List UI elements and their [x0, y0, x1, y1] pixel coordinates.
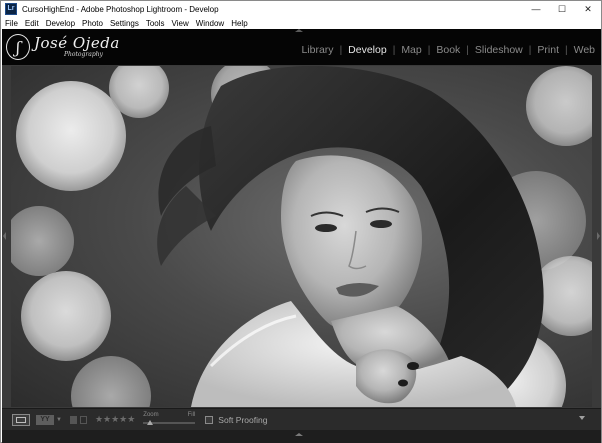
photo-preview[interactable] — [11, 66, 592, 407]
zoom-label: Zoom — [143, 411, 159, 418]
star-rating[interactable]: ★★★★★ — [95, 414, 135, 425]
lightroom-app-icon: Lr — [5, 3, 17, 15]
close-icon: ✕ — [584, 3, 592, 14]
develop-toolbar: YY ▼ ★★★★★ Zoom Fill Soft Proofing — [2, 408, 601, 430]
window-controls: — ☐ ✕ — [523, 1, 601, 17]
menu-edit[interactable]: Edit — [25, 19, 39, 28]
module-map[interactable]: Map — [395, 44, 427, 56]
menu-bar: File Edit Develop Photo Settings Tools V… — [1, 17, 601, 29]
fill-label: Fill — [187, 411, 196, 418]
title-bar: Lr CursoHighEnd - Adobe Photoshop Lightr… — [1, 1, 601, 17]
menu-tools[interactable]: Tools — [146, 19, 165, 28]
top-panel-toggle-icon[interactable] — [295, 29, 303, 32]
zoom-control: Zoom Fill — [143, 411, 196, 429]
portrait-photo-image — [11, 66, 592, 407]
minimize-icon: — — [531, 4, 541, 14]
menu-photo[interactable]: Photo — [82, 19, 103, 28]
menu-view[interactable]: View — [172, 19, 189, 28]
module-develop[interactable]: Develop — [342, 44, 393, 56]
chevron-down-icon[interactable] — [579, 416, 585, 420]
zoom-slider-thumb[interactable] — [147, 419, 154, 425]
window-title: CursoHighEnd - Adobe Photoshop Lightroom… — [22, 4, 219, 14]
menu-window[interactable]: Window — [196, 19, 224, 28]
soft-proofing-checkbox[interactable] — [205, 415, 214, 424]
soft-proofing-label: Soft Proofing — [218, 414, 268, 425]
maximize-button[interactable]: ☐ — [549, 1, 575, 17]
module-slideshow[interactable]: Slideshow — [469, 44, 529, 56]
identity-plate: ʃ José Ojeda Photography — [6, 33, 120, 61]
workspace — [2, 65, 601, 408]
reject-flag-icon[interactable] — [79, 415, 87, 424]
filmstrip-collapsed — [2, 430, 601, 443]
menu-develop[interactable]: Develop — [46, 19, 75, 28]
filmstrip-toggle-icon[interactable] — [295, 433, 303, 436]
logo-mark: ʃ — [6, 34, 30, 60]
close-button[interactable]: ✕ — [575, 1, 601, 17]
before-after-dropdown-icon[interactable]: ▼ — [56, 417, 62, 423]
maximize-icon: ☐ — [557, 3, 567, 14]
app-window: Lr CursoHighEnd - Adobe Photoshop Lightr… — [0, 0, 602, 443]
right-panel-toggle-icon[interactable] — [597, 232, 600, 240]
menu-file[interactable]: File — [5, 19, 18, 28]
menu-help[interactable]: Help — [231, 19, 247, 28]
module-web[interactable]: Web — [568, 44, 601, 56]
top-panel: ʃ José Ojeda Photography Library | Devel… — [2, 29, 601, 65]
logo-name: José Ojeda — [34, 34, 120, 52]
before-after-button[interactable]: YY — [36, 414, 54, 425]
loupe-view-icon — [16, 416, 26, 423]
pick-flag-icon[interactable] — [69, 415, 77, 424]
menu-settings[interactable]: Settings — [110, 19, 139, 28]
logo-text: José Ojeda Photography — [34, 36, 120, 58]
minimize-button[interactable]: — — [523, 1, 549, 17]
module-book[interactable]: Book — [430, 44, 466, 56]
left-panel-toggle-icon[interactable] — [3, 232, 6, 240]
loupe-view-button[interactable] — [12, 413, 30, 426]
module-picker: Library | Develop | Map | Book | Slidesh… — [295, 43, 601, 57]
module-library[interactable]: Library — [295, 44, 339, 56]
logo-subtitle: Photography — [64, 51, 103, 58]
module-print[interactable]: Print — [531, 44, 565, 56]
